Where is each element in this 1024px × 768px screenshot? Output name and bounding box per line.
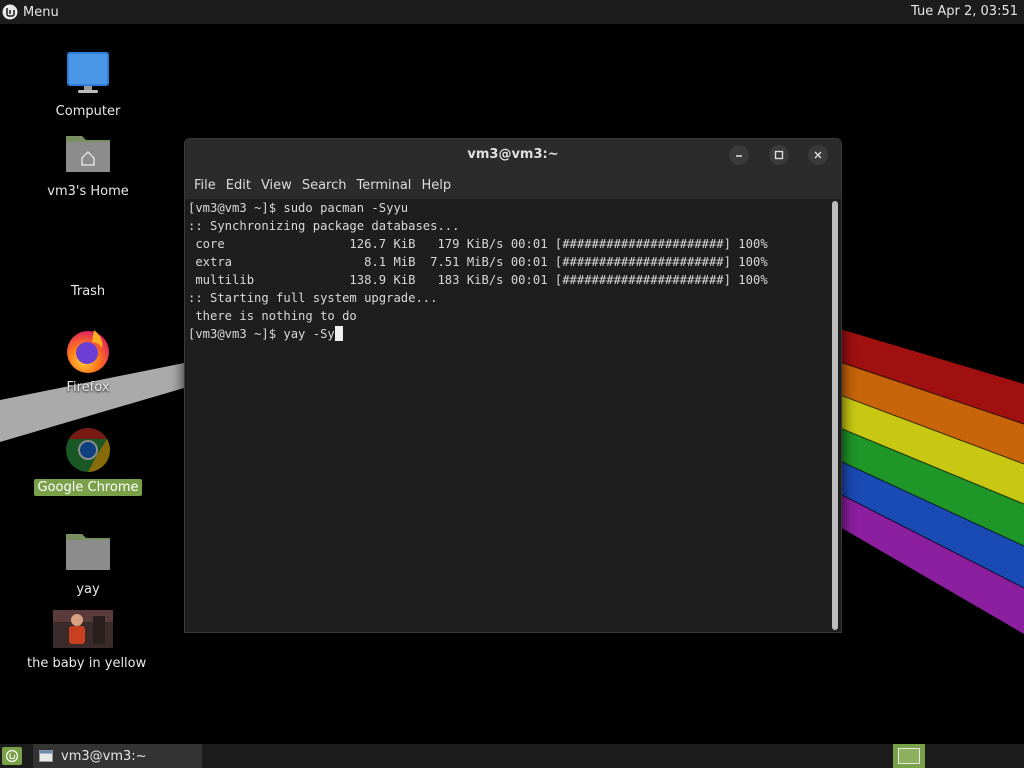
desktop-icon-home[interactable]: vm3's Home	[28, 130, 148, 200]
terminal-line: :: Starting full system upgrade...	[188, 291, 438, 305]
firefox-icon	[67, 330, 109, 373]
menu-edit[interactable]: Edit	[221, 173, 256, 199]
desktop-icon-label: Google Chrome	[33, 479, 143, 496]
terminal-icon	[39, 750, 53, 762]
terminal-line: :: Synchronizing package databases...	[188, 219, 460, 233]
computer-icon	[67, 52, 109, 93]
terminal-prompt-line[interactable]: [vm3@vm3 ~]$ yay -Sy	[188, 327, 335, 341]
game-thumbnail-icon	[53, 610, 113, 648]
terminal-text[interactable]: [vm3@vm3 ~]$ sudo pacman -Syyu :: Synchr…	[185, 199, 841, 343]
home-folder-icon	[66, 136, 110, 172]
terminal-line: multilib 138.9 KiB 183 KiB/s 00:01 [####…	[188, 273, 768, 287]
bottom-panel: vm3@vm3:~	[0, 744, 1024, 768]
top-panel: Menu Tue Apr 2, 03:51	[0, 0, 1024, 24]
terminal-line: [vm3@vm3 ~]$ sudo pacman -Syyu	[188, 201, 409, 215]
taskbar-window-terminal[interactable]: vm3@vm3:~	[33, 744, 202, 768]
menu-search[interactable]: Search	[297, 173, 352, 199]
desktop-icon-label: Computer	[55, 104, 121, 119]
terminal-window[interactable]: vm3@vm3:~ File Edit View Search Terminal…	[184, 138, 842, 633]
minimize-button[interactable]	[729, 145, 749, 165]
terminal-output-area[interactable]: [vm3@vm3 ~]$ sudo pacman -Syyu :: Synchr…	[185, 199, 841, 632]
mint-logo-icon	[2, 4, 18, 20]
taskbar-window-label: vm3@vm3:~	[61, 748, 147, 764]
menubar: File Edit View Search Terminal Help	[185, 173, 841, 199]
menu-help[interactable]: Help	[416, 173, 456, 199]
menu-file[interactable]: File	[189, 173, 221, 199]
maximize-button[interactable]	[769, 145, 789, 165]
desktop-icon-yay[interactable]: yay	[28, 528, 148, 598]
terminal-line: there is nothing to do	[188, 309, 357, 323]
close-icon	[814, 151, 822, 159]
clock[interactable]: Tue Apr 2, 03:51	[911, 0, 1018, 24]
scrollbar[interactable]	[832, 201, 838, 630]
desktop-icon-trash[interactable]: Trash	[28, 230, 148, 300]
desktop-icon-label: yay	[76, 582, 100, 597]
folder-icon	[66, 534, 110, 570]
chrome-icon	[66, 428, 110, 472]
terminal-line: extra 8.1 MiB 7.51 MiB/s 00:01 [########…	[188, 255, 768, 269]
desktop-icon-firefox[interactable]: Firefox	[28, 326, 148, 396]
window-titlebar[interactable]: vm3@vm3:~	[185, 139, 841, 173]
workspace-1[interactable]	[898, 748, 920, 764]
show-desktop-button[interactable]	[2, 747, 22, 765]
desktop-icon-the-baby-in-yellow[interactable]: the baby in yellow	[23, 610, 146, 672]
terminal-line: core 126.7 KiB 179 KiB/s 00:01 [########…	[188, 237, 768, 251]
desktop-icon-computer[interactable]: Computer	[28, 50, 148, 120]
close-button[interactable]	[808, 145, 828, 165]
menu-label: Menu	[23, 4, 59, 20]
desktop-icon-label: Firefox	[66, 380, 110, 395]
menu-view[interactable]: View	[256, 173, 297, 199]
desktop-icon-label: Trash	[70, 284, 106, 299]
mint-logo-icon	[6, 750, 18, 762]
scrollbar-thumb[interactable]	[832, 201, 838, 630]
workspace-switcher[interactable]	[893, 744, 925, 768]
menu-button[interactable]: Menu	[0, 0, 59, 24]
desktop-icon-label: the baby in yellow	[27, 656, 147, 671]
text-cursor	[334, 326, 343, 341]
desktop-icon-label: vm3's Home	[47, 184, 129, 199]
minimize-icon	[736, 155, 742, 157]
desktop-icon-chrome[interactable]: Google Chrome	[28, 426, 148, 496]
menu-terminal[interactable]: Terminal	[351, 173, 416, 199]
maximize-icon	[774, 150, 784, 160]
